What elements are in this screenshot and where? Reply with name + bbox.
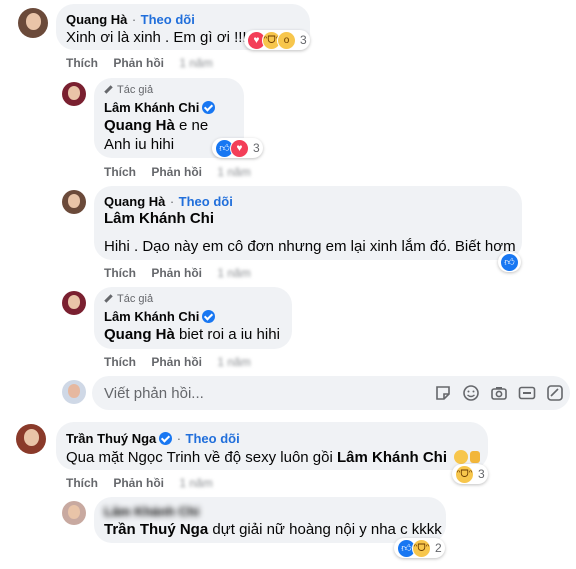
follow-link[interactable]: Theo dõi bbox=[179, 194, 233, 209]
verified-badge-icon bbox=[159, 432, 173, 445]
comment-text-line2: Hihi . Dạo này em cô đơn nhưng em lại xi… bbox=[104, 238, 516, 255]
commenter-name[interactable]: Quang Hà bbox=[66, 12, 127, 27]
camera-icon[interactable] bbox=[490, 384, 508, 402]
verified-badge-icon bbox=[202, 101, 216, 114]
mention-link[interactable]: Lâm Khánh Chi bbox=[337, 449, 447, 466]
reply-button[interactable]: Phản hồi bbox=[113, 476, 164, 490]
comment-text: Xinh ơi là xinh . Em gì ơi !!! bbox=[66, 29, 247, 46]
wow-icon: o bbox=[277, 30, 296, 50]
timestamp[interactable]: 1 năm bbox=[179, 56, 212, 70]
commenter-name[interactable]: Lâm Khánh Chi bbox=[104, 309, 199, 324]
reply-input[interactable]: Viết phản hồi... bbox=[92, 376, 570, 410]
love-icon: ♥ bbox=[230, 138, 249, 158]
reply-button[interactable]: Phản hồi bbox=[151, 266, 202, 280]
comment-bubble: Lâm Khánh Chi Trần Thuý Nga dựt giải nữ … bbox=[94, 497, 446, 543]
author-badge: Tác giả bbox=[104, 84, 153, 96]
haha-icon: ᵔᗜᵔ bbox=[455, 464, 474, 484]
separator-dot: · bbox=[131, 12, 137, 27]
timestamp[interactable]: 1 năm bbox=[217, 266, 250, 280]
grinning-emoji-icon bbox=[454, 450, 469, 464]
commenter-name[interactable]: Quang Hà bbox=[104, 194, 165, 209]
timestamp[interactable]: 1 năm bbox=[217, 355, 250, 369]
avatar[interactable] bbox=[62, 190, 86, 214]
sticker-icon[interactable] bbox=[434, 384, 452, 402]
reply-button[interactable]: Phản hồi bbox=[113, 56, 164, 70]
commenter-name[interactable]: Lâm Khánh Chi bbox=[104, 504, 199, 519]
author-badge: Tác giả bbox=[104, 293, 153, 305]
reaction-summary[interactable]: 👍︎ ᵔᗜᵔ 2 bbox=[394, 538, 445, 558]
timestamp[interactable]: 1 năm bbox=[179, 476, 212, 490]
comment-text: Qua mặt Ngọc Trinh về độ sexy luôn gồi L… bbox=[66, 449, 481, 466]
gif-icon[interactable] bbox=[518, 384, 536, 402]
comment-actions: Thích Phản hồi 1 năm bbox=[104, 355, 263, 369]
mention-link[interactable]: Lâm Khánh Chi bbox=[104, 210, 214, 227]
reply-button[interactable]: Phản hồi bbox=[151, 355, 202, 369]
reaction-summary[interactable]: ᵔᗜᵔ 3 bbox=[452, 464, 488, 484]
like-button[interactable]: Thích bbox=[66, 476, 98, 490]
comment-text: Lâm Khánh Chi bbox=[104, 210, 214, 227]
current-user-avatar bbox=[62, 380, 86, 404]
like-button[interactable]: Thích bbox=[104, 165, 136, 179]
comment-bubble: Quang Hà · Theo dõi Lâm Khánh Chi Hihi .… bbox=[94, 186, 522, 260]
emoji-icon[interactable] bbox=[462, 384, 480, 402]
thumbs-up-emoji-icon bbox=[470, 451, 481, 463]
comment-actions: Thích Phản hồi 1 năm bbox=[104, 165, 263, 179]
reaction-count: 2 bbox=[435, 541, 442, 555]
commenter-name[interactable]: Lâm Khánh Chi bbox=[104, 100, 199, 115]
pencil-icon bbox=[104, 294, 113, 303]
comment-bubble: Tác giả Lâm Khánh Chi Quang Hà biet roi … bbox=[94, 287, 292, 349]
reaction-summary[interactable]: ♥ ᵔᗜᵔ o 3 bbox=[244, 30, 310, 50]
comment-text: Trần Thuý Nga dựt giải nữ hoàng nội y nh… bbox=[104, 521, 442, 538]
avatar[interactable] bbox=[62, 82, 86, 106]
sticker-pack-icon[interactable] bbox=[546, 384, 564, 402]
comment-actions: Thích Phản hồi 1 năm bbox=[66, 56, 225, 70]
separator-dot: · bbox=[169, 194, 175, 209]
avatar[interactable] bbox=[18, 8, 48, 38]
separator-dot: · bbox=[176, 431, 182, 446]
comment-actions: Thích Phản hồi 1 năm bbox=[104, 266, 263, 280]
timestamp[interactable]: 1 năm bbox=[217, 165, 250, 179]
avatar[interactable] bbox=[62, 291, 86, 315]
like-button[interactable]: Thích bbox=[104, 355, 136, 369]
reaction-summary[interactable]: 👍︎ bbox=[498, 252, 521, 272]
reaction-count: 3 bbox=[478, 467, 485, 481]
haha-icon: ᵔᗜᵔ bbox=[412, 538, 431, 558]
like-button[interactable]: Thích bbox=[104, 266, 136, 280]
comment-actions: Thích Phản hồi 1 năm bbox=[66, 476, 225, 490]
commenter-name[interactable]: Trần Thuý Nga bbox=[66, 431, 156, 446]
comment-text: Quang Hà biet roi a iu hihi bbox=[104, 326, 280, 343]
avatar[interactable] bbox=[16, 424, 46, 454]
comment-text: Quang Hà e ne bbox=[104, 117, 209, 134]
follow-link[interactable]: Theo dõi bbox=[186, 431, 240, 446]
comment-bubble: Trần Thuý Nga · Theo dõi Qua mặt Ngọc Tr… bbox=[56, 422, 488, 470]
reaction-summary[interactable]: 👍︎ ♥ 3 bbox=[212, 138, 263, 158]
comment-text-line2: Anh iu hihi bbox=[104, 136, 175, 153]
avatar[interactable] bbox=[62, 501, 86, 525]
reaction-count: 3 bbox=[300, 33, 307, 47]
reply-button[interactable]: Phản hồi bbox=[151, 165, 202, 179]
like-button[interactable]: Thích bbox=[66, 56, 98, 70]
mention-link[interactable]: Trần Thuý Nga bbox=[104, 521, 208, 538]
reply-placeholder: Viết phản hồi... bbox=[104, 385, 204, 402]
mention-link[interactable]: Quang Hà bbox=[104, 326, 175, 343]
follow-link[interactable]: Theo dõi bbox=[141, 12, 195, 27]
like-icon: 👍︎ bbox=[500, 252, 519, 272]
mention-link[interactable]: Quang Hà bbox=[104, 117, 175, 134]
pencil-icon bbox=[104, 85, 113, 94]
reaction-count: 3 bbox=[253, 141, 260, 155]
verified-badge-icon bbox=[202, 310, 216, 323]
